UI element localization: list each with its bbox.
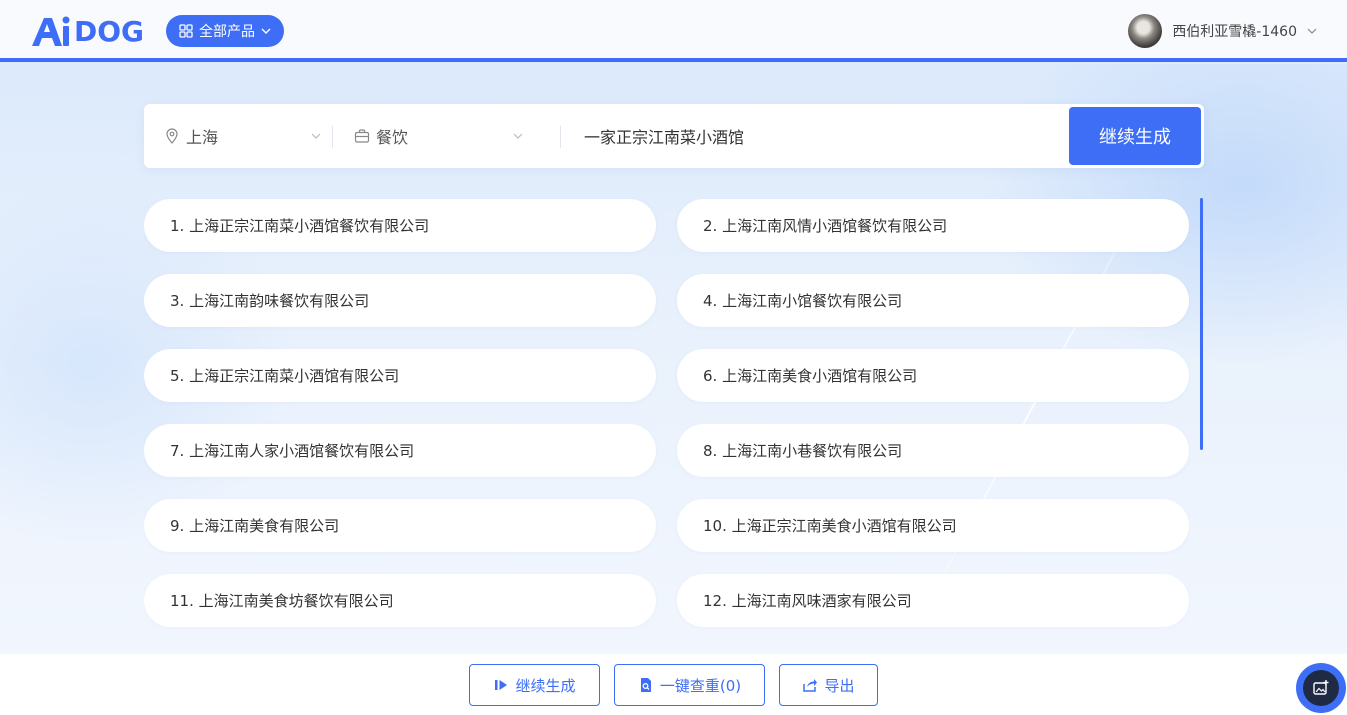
export-button[interactable]: 导出: [779, 664, 878, 706]
assistant-icon-holder: [1303, 670, 1339, 706]
result-item[interactable]: 11. 上海江南美食坊餐饮有限公司: [144, 574, 656, 627]
user-menu[interactable]: 西伯利亚雪橇-1460: [1128, 14, 1317, 48]
result-item[interactable]: 10. 上海正宗江南美食小酒馆有限公司: [677, 499, 1189, 552]
result-item[interactable]: 3. 上海江南韵味餐饮有限公司: [144, 274, 656, 327]
continue-generate-label: 继续生成: [515, 676, 576, 695]
share-export-icon: [803, 679, 818, 692]
results-list: 1. 上海正宗江南菜小酒馆餐饮有限公司 2. 上海江南风情小酒馆餐饮有限公司 3. …: [144, 198, 1190, 654]
logo[interactable]: DOG: [30, 14, 144, 48]
search-bar: 上海 餐饮 继续生成: [144, 104, 1204, 168]
location-pin-icon: [166, 128, 178, 144]
result-item[interactable]: 9. 上海江南美食有限公司: [144, 499, 656, 552]
chevron-down-icon: [261, 28, 271, 34]
grid-icon: [179, 24, 193, 38]
chevron-down-icon: [311, 133, 321, 139]
result-item[interactable]: 12. 上海江南风味酒家有限公司: [677, 574, 1189, 627]
duplicate-check-button[interactable]: 一键查重(0): [614, 664, 765, 706]
result-item[interactable]: 7. 上海江南人家小酒馆餐饮有限公司: [144, 424, 656, 477]
city-select[interactable]: 上海: [164, 104, 332, 168]
result-item[interactable]: 2. 上海江南风情小酒馆餐饮有限公司: [677, 199, 1189, 252]
top-header: DOG 全部产品 西伯利亚雪橇-1460: [0, 0, 1347, 62]
all-products-button[interactable]: 全部产品: [166, 15, 284, 47]
floating-assistant-button[interactable]: [1296, 663, 1346, 713]
logo-ai-mark-icon: [32, 16, 70, 46]
result-item[interactable]: 1. 上海正宗江南菜小酒馆餐饮有限公司: [144, 199, 656, 252]
export-label: 导出: [824, 676, 855, 695]
logo-text: DOG: [74, 14, 145, 48]
industry-select[interactable]: 餐饮: [354, 104, 534, 168]
keyword-input[interactable]: [584, 116, 1054, 156]
city-select-value: 上海: [186, 128, 219, 147]
results-scrollbar[interactable]: [1200, 198, 1203, 654]
play-next-icon: [495, 680, 508, 690]
generate-button[interactable]: 继续生成: [1069, 107, 1201, 165]
divider: [560, 126, 561, 148]
result-item[interactable]: 4. 上海江南小馆餐饮有限公司: [677, 274, 1189, 327]
industry-select-value: 餐饮: [376, 128, 409, 147]
avatar: [1128, 14, 1163, 48]
briefcase-icon: [354, 129, 370, 143]
scrollbar-thumb[interactable]: [1200, 198, 1203, 450]
result-item[interactable]: 8. 上海江南小巷餐饮有限公司: [677, 424, 1189, 477]
bottom-toolbar: 继续生成 一键查重(0) 导出: [0, 654, 1347, 715]
divider: [332, 126, 333, 148]
chevron-down-icon: [1307, 28, 1317, 34]
document-search-icon: [640, 678, 651, 692]
username: 西伯利亚雪橇-1460: [1172, 24, 1297, 40]
result-item[interactable]: 5. 上海正宗江南菜小酒馆有限公司: [144, 349, 656, 402]
continue-generate-button[interactable]: 继续生成: [469, 664, 600, 706]
image-add-icon: [1313, 680, 1329, 695]
result-item[interactable]: 6. 上海江南美食小酒馆有限公司: [677, 349, 1189, 402]
chevron-down-icon: [513, 133, 523, 139]
all-products-label: 全部产品: [199, 24, 255, 40]
duplicate-check-label: 一键查重(0): [659, 676, 742, 695]
